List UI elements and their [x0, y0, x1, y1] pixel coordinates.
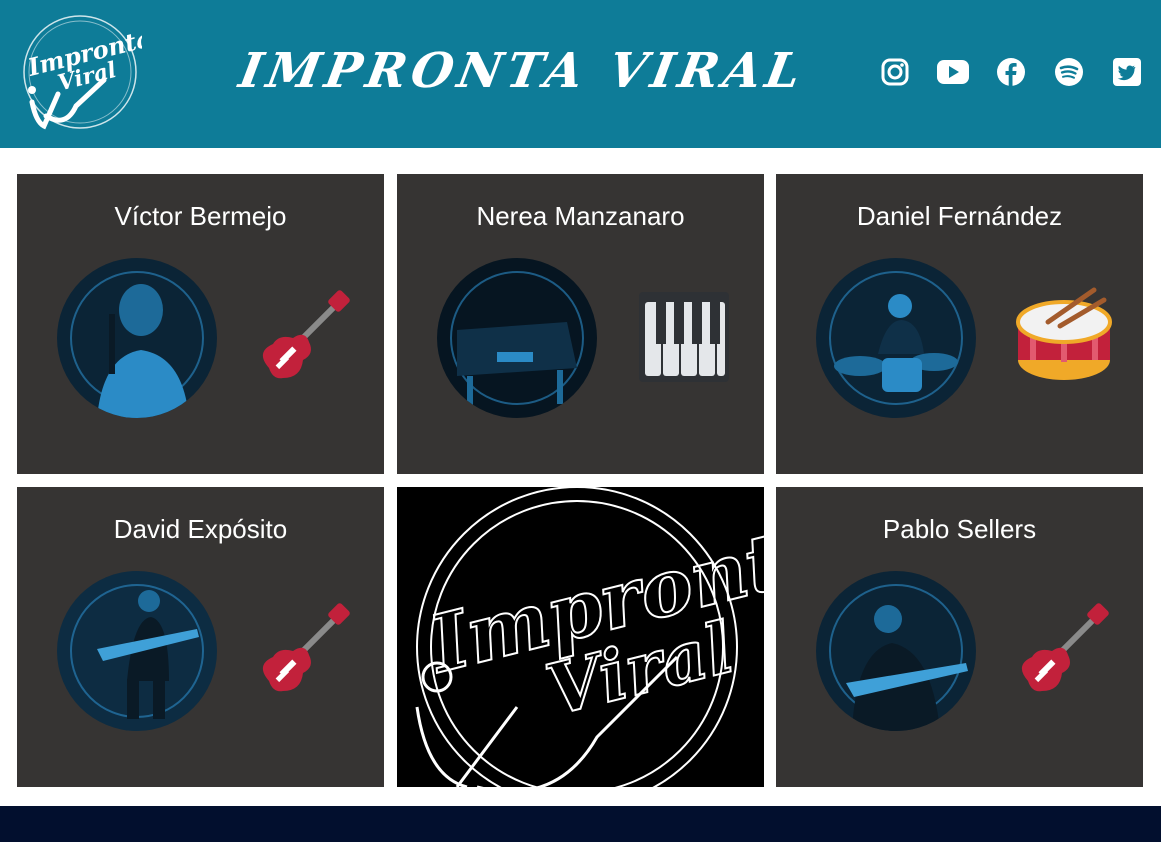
member-name: Pablo Sellers — [882, 514, 1037, 544]
member-photo — [57, 571, 217, 731]
spotify-icon[interactable] — [1052, 55, 1086, 89]
band-logo[interactable]: Impronta Viral — [18, 10, 154, 134]
twitter-icon[interactable] — [1110, 55, 1144, 89]
member-name: Nerea Manzanaro — [476, 201, 685, 231]
member-card[interactable]: Daniel Fernández — [776, 174, 1143, 474]
site-header: Impronta Viral IMPRONTA VIRAL — [0, 0, 1161, 148]
facebook-icon[interactable] — [994, 55, 1028, 89]
member-card[interactable]: Víctor Bermejo — [17, 174, 384, 474]
drum-icon — [1008, 282, 1118, 392]
member-name: Víctor Bermejo — [114, 201, 287, 231]
guitar-icon — [249, 282, 359, 392]
member-photo — [437, 258, 597, 418]
youtube-icon[interactable] — [936, 55, 970, 89]
piano-keys-icon — [629, 282, 739, 392]
band-logo-card: Impronta Viral — [397, 487, 764, 787]
member-photo — [816, 571, 976, 731]
social-links — [878, 52, 1144, 92]
site-title: IMPRONTA VIRAL — [235, 43, 810, 99]
member-photo — [57, 258, 217, 418]
member-name: David Expósito — [113, 514, 288, 544]
guitar-icon — [249, 595, 359, 705]
member-card[interactable]: Nerea Manzanaro — [397, 174, 764, 474]
site-footer — [0, 806, 1161, 842]
member-card[interactable]: Pablo Sellers — [776, 487, 1143, 787]
member-name: Daniel Fernández — [856, 201, 1063, 231]
guitar-icon — [1008, 595, 1118, 705]
instagram-icon[interactable] — [878, 55, 912, 89]
member-photo — [816, 258, 976, 418]
member-card[interactable]: David Expósito — [17, 487, 384, 787]
